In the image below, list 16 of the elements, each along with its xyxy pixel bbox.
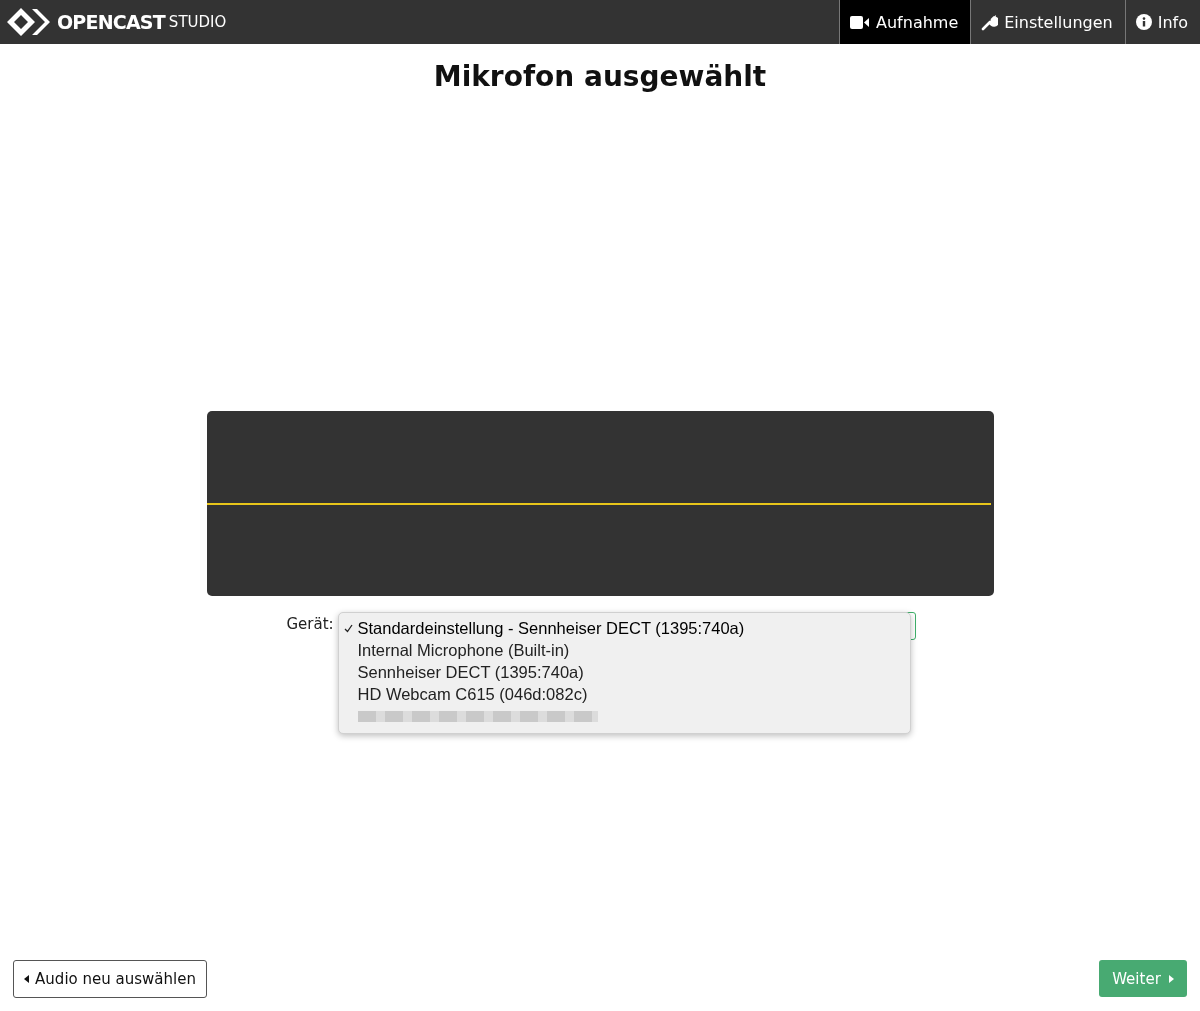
nav-tab[interactable]: Aufnahme: [839, 0, 971, 44]
logo-icon: [5, 6, 51, 38]
checkmark-icon: [343, 623, 353, 633]
logo-text: OPENCAST: [57, 11, 165, 33]
logo-subtitle: STUDIO: [168, 13, 227, 31]
dropdown-option[interactable]: HD Webcam C615 (046d:082c): [338, 683, 910, 705]
caret-left-icon: [24, 975, 30, 983]
video-camera-icon: [850, 15, 870, 29]
dropdown-option[interactable]: Standardeinstellung - Sennheiser DECT (1395:740a): [338, 617, 910, 639]
device-label: Gerät:: [286, 614, 335, 635]
dropdown-option[interactable]: Internal Microphone (Built-in): [338, 639, 910, 661]
page-title: Mikrofon ausgewählt: [432, 60, 768, 95]
info-icon: [1135, 14, 1152, 30]
dropdown-option[interactable]: Sennheiser DECT (1395:740a): [338, 661, 910, 683]
back-button[interactable]: Audio neu auswählen: [13, 960, 207, 998]
caret-right-icon: [1168, 974, 1174, 983]
